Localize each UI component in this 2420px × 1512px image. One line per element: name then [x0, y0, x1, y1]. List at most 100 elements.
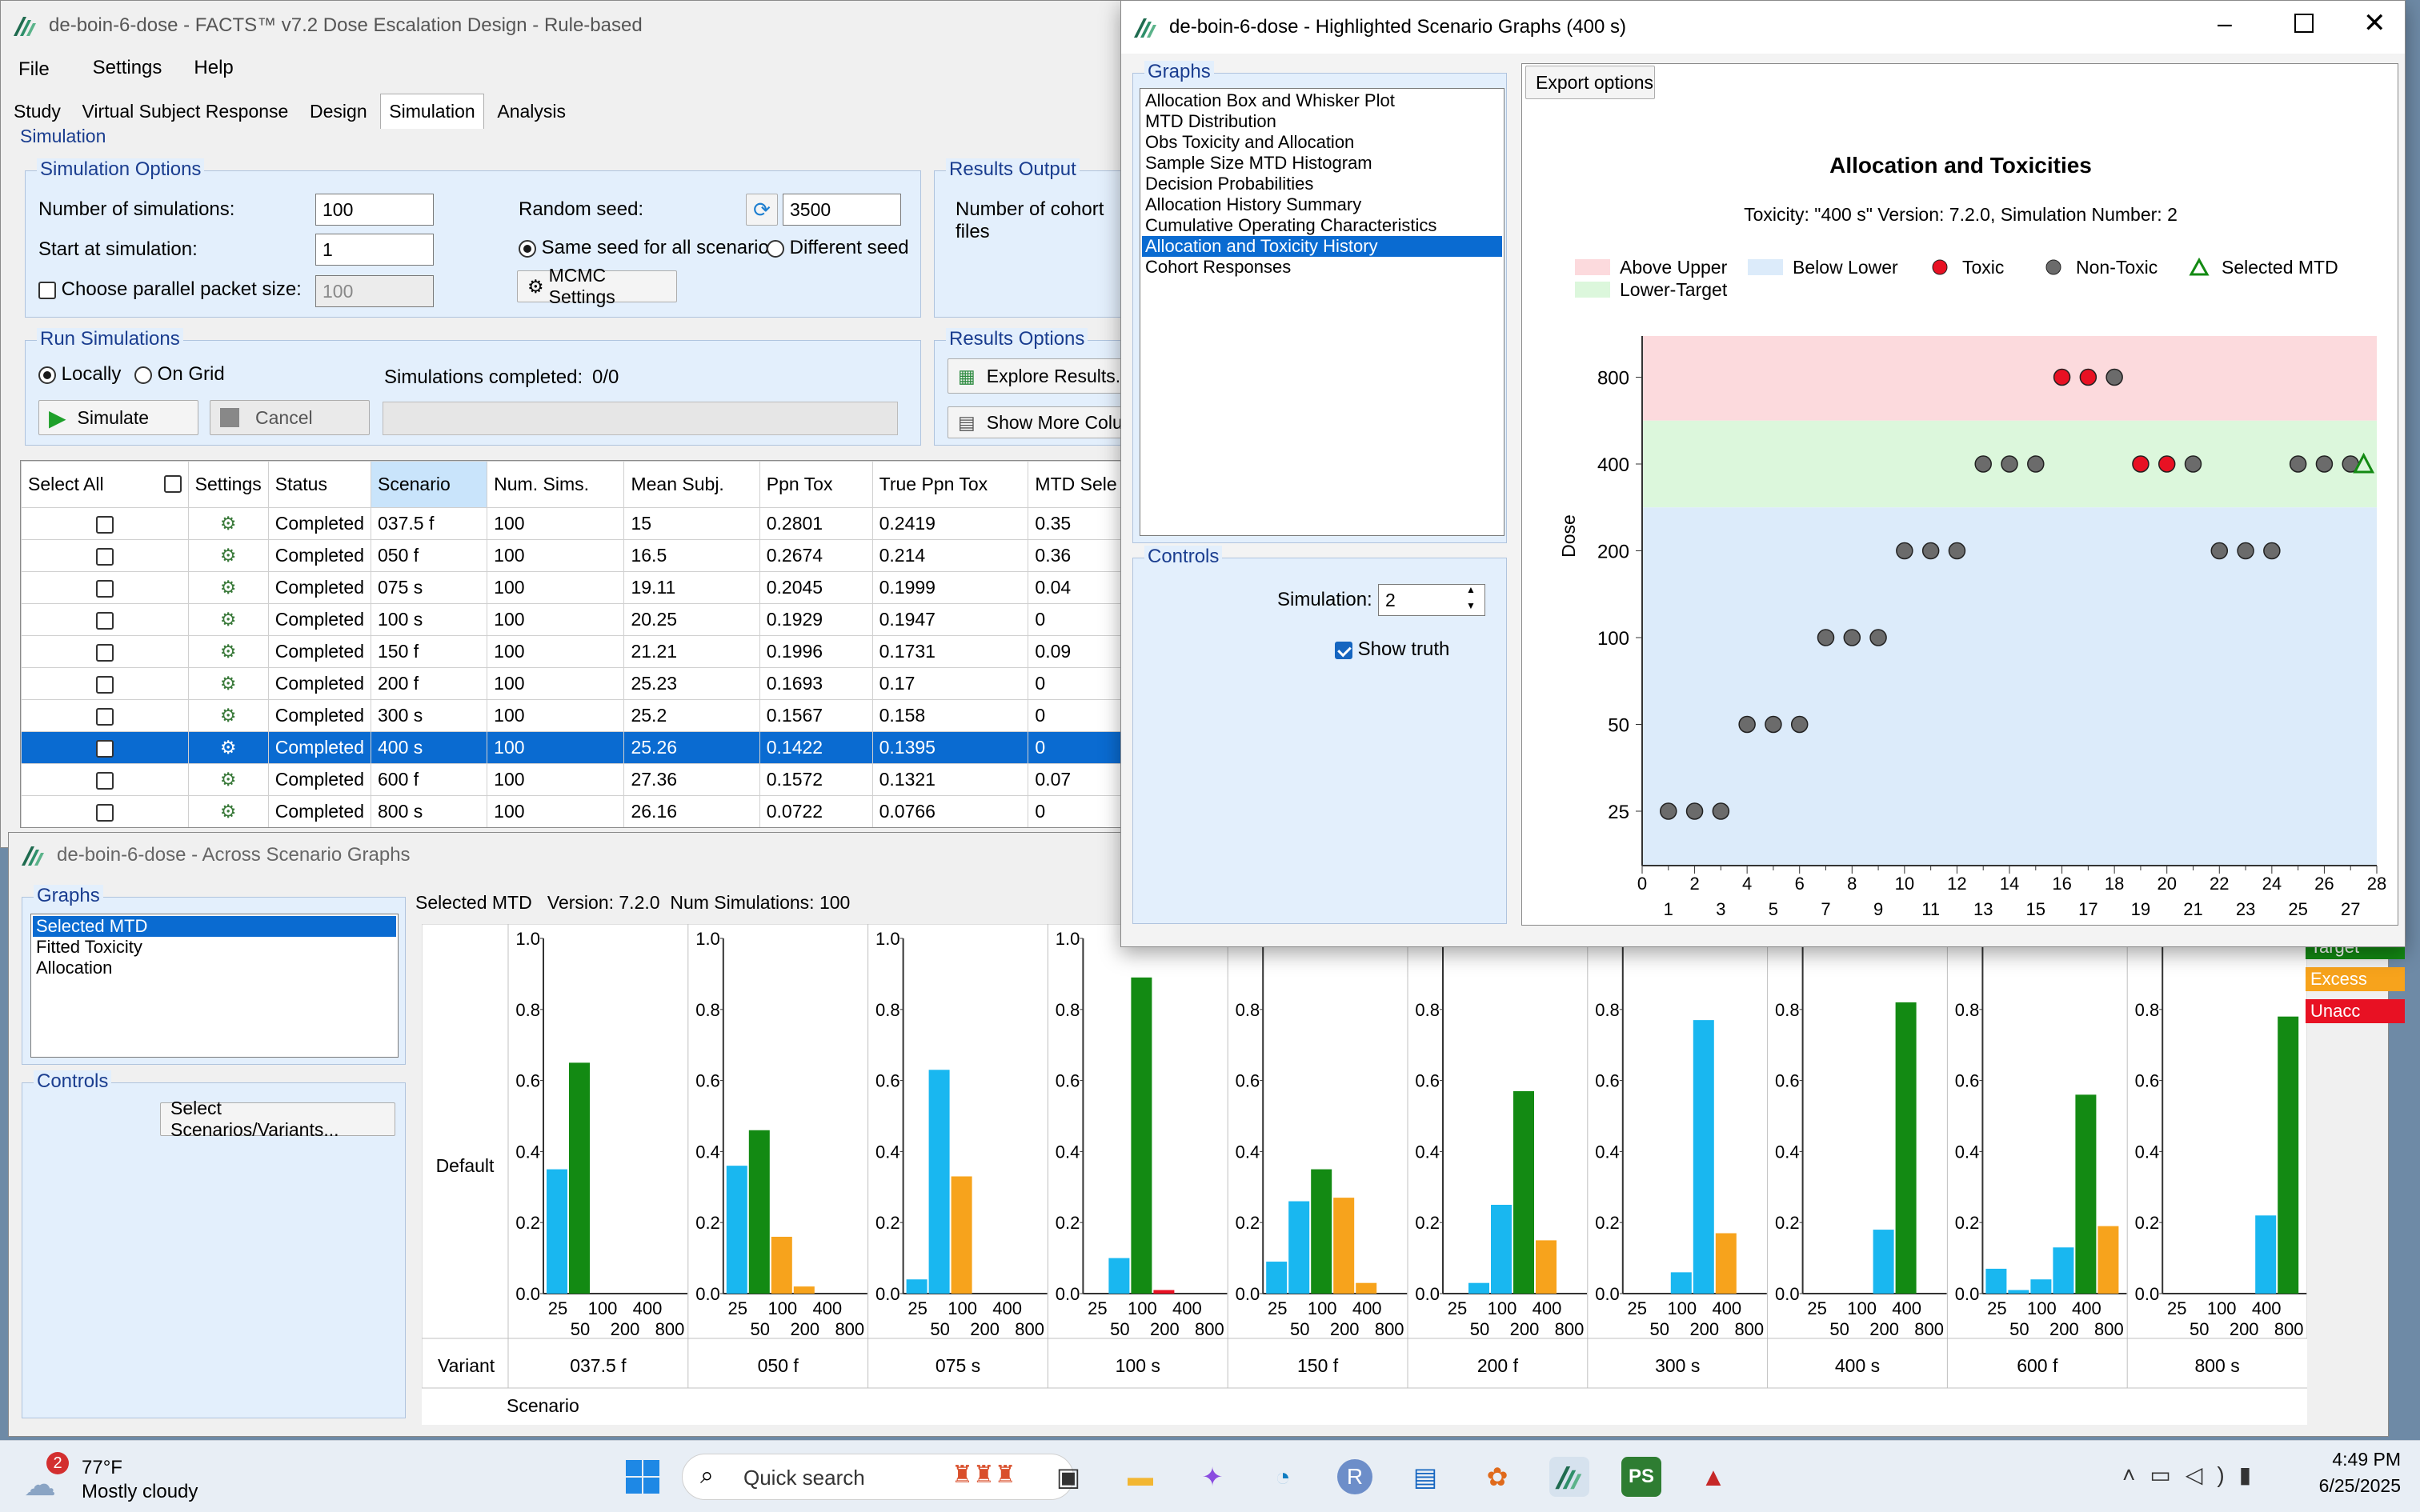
app-icon[interactable]: ✿	[1477, 1457, 1517, 1497]
col-true-ppn-tox[interactable]: True Ppn Tox	[871, 461, 1029, 508]
row-select-cell[interactable]	[21, 699, 189, 732]
settings-gear-icon[interactable]: ⚙	[220, 577, 237, 598]
spinner-up-icon[interactable]: ▲	[1466, 584, 1476, 595]
col-scenario[interactable]: Scenario	[370, 461, 488, 508]
start-at-input[interactable]: 1	[315, 234, 434, 266]
row-select-cell[interactable]	[21, 795, 189, 827]
graph-list-item[interactable]: Allocation History Summary	[1142, 194, 1502, 215]
table-row[interactable]: ⚙ Completed 600 f 100 27.36 0.1572 0.1321 0.07	[21, 763, 1140, 796]
close-button[interactable]: ✕	[2363, 7, 2386, 39]
r-icon[interactable]: R	[1335, 1457, 1375, 1497]
on-grid-radio-dot[interactable]	[134, 366, 152, 384]
chevron-up-icon[interactable]: ˄	[2122, 1462, 2150, 1487]
weather-widget[interactable]: ☁ 2 77°F Mostly cloudy	[24, 1452, 232, 1503]
battery-icon[interactable]: ▮	[2239, 1462, 2266, 1487]
ps-icon[interactable]: PS	[1621, 1457, 1661, 1497]
refresh-seed-button[interactable]: ⟳	[746, 194, 778, 226]
settings-gear-icon[interactable]: ⚙	[220, 609, 237, 630]
row-settings-cell[interactable]: ⚙	[187, 539, 269, 572]
red-app-icon[interactable]: ▲	[1693, 1457, 1733, 1497]
tab-analysis[interactable]: Analysis	[489, 94, 574, 129]
row-settings-cell[interactable]: ⚙	[187, 603, 269, 636]
graph-list-item[interactable]: Allocation Box and Whisker Plot	[1142, 90, 1502, 111]
row-checkbox[interactable]	[95, 611, 114, 630]
row-checkbox[interactable]	[95, 643, 114, 662]
row-select-cell[interactable]	[21, 507, 189, 540]
tray-icons[interactable]: ˄▭◁)▮	[2122, 1462, 2266, 1488]
mcmc-settings-button[interactable]: ⚙ MCMC Settings	[517, 265, 677, 307]
copilot-icon[interactable]: ✦	[1192, 1457, 1232, 1497]
row-settings-cell[interactable]: ⚙	[187, 635, 269, 668]
settings-gear-icon[interactable]: ⚙	[220, 801, 237, 822]
row-settings-cell[interactable]: ⚙	[187, 699, 269, 732]
settings-gear-icon[interactable]: ⚙	[220, 705, 237, 726]
row-checkbox[interactable]	[95, 707, 114, 726]
parallel-packet-checkbox-row[interactable]: Choose parallel packet size:	[38, 278, 302, 301]
row-select-cell[interactable]	[21, 667, 189, 700]
file-explorer-icon[interactable]: ▬	[1120, 1457, 1160, 1497]
row-settings-cell[interactable]: ⚙	[187, 667, 269, 700]
maximize-button[interactable]	[2294, 14, 2314, 33]
tab-study[interactable]: Study	[6, 94, 69, 129]
tab-design[interactable]: Design	[302, 94, 375, 129]
graph-list-item[interactable]: Cohort Responses	[1142, 257, 1502, 278]
row-settings-cell[interactable]: ⚙	[187, 507, 269, 540]
parallel-packet-checkbox[interactable]	[38, 281, 56, 299]
settings-gear-icon[interactable]: ⚙	[220, 737, 237, 758]
table-row[interactable]: ⚙ Completed 150 f 100 21.21 0.1996 0.1731 0.09	[21, 635, 1140, 668]
search-box[interactable]: ⌕ Quick search ♜♜♜	[682, 1454, 1074, 1500]
col-select-all[interactable]: Select All	[21, 461, 189, 508]
table-row[interactable]: ⚙ Completed 037.5 f 100 15 0.2801 0.2419 0.35	[21, 507, 1140, 540]
same-seed-radio-dot[interactable]	[519, 239, 536, 258]
row-select-cell[interactable]	[21, 635, 189, 668]
num-sims-input[interactable]: 100	[315, 194, 434, 226]
row-select-cell[interactable]	[21, 731, 189, 764]
col-num-sims[interactable]: Num. Sims.	[487, 461, 625, 508]
row-settings-cell[interactable]: ⚙	[187, 795, 269, 827]
graph-list-item[interactable]: Cumulative Operating Characteristics	[1142, 215, 1502, 236]
col-status[interactable]: Status	[267, 461, 372, 508]
menu-help[interactable]: Help	[194, 57, 233, 82]
graph-list-item[interactable]: Sample Size MTD Histogram	[1142, 153, 1502, 174]
explore-results-button[interactable]: ▦ Explore Results...	[948, 358, 1148, 394]
network-icon[interactable]: ▭	[2150, 1462, 2185, 1487]
locally-radio-dot[interactable]	[38, 366, 56, 384]
row-settings-cell[interactable]: ⚙	[187, 571, 269, 604]
graph-list-item[interactable]: MTD Distribution	[1142, 111, 1502, 132]
volume-icon[interactable]: ◁)	[2186, 1462, 2239, 1487]
different-seed-radio-dot[interactable]	[767, 239, 784, 258]
row-settings-cell[interactable]: ⚙	[187, 731, 269, 764]
col-mean-subj[interactable]: Mean Subj.	[623, 461, 760, 508]
minimize-button[interactable]: –	[2218, 9, 2232, 38]
graph-list-item[interactable]: Obs Toxicity and Allocation	[1142, 132, 1502, 153]
task-view-icon[interactable]: ▣	[1048, 1457, 1088, 1497]
clock[interactable]: 4:49 PM 6/25/2025	[2305, 1449, 2401, 1497]
col-ppn-tox[interactable]: Ppn Tox	[759, 461, 873, 508]
graph-list-item[interactable]: Decision Probabilities	[1142, 174, 1502, 194]
table-row[interactable]: ⚙ Completed 050 f 100 16.5 0.2674 0.214 0.36	[21, 539, 1140, 572]
row-select-cell[interactable]	[21, 539, 189, 572]
locally-radio[interactable]: Locally	[38, 363, 121, 386]
row-checkbox[interactable]	[95, 803, 114, 822]
store-icon[interactable]: ▤	[1405, 1457, 1445, 1497]
graph-item-selected-mtd[interactable]: Selected MTD	[33, 916, 396, 937]
settings-gear-icon[interactable]: ⚙	[220, 641, 237, 662]
parallel-packet-input[interactable]: 100	[315, 275, 434, 307]
table-row[interactable]: ⚙ Completed 100 s 100 20.25 0.1929 0.1947 0	[21, 603, 1140, 636]
graph-item-allocation[interactable]: Allocation	[33, 958, 396, 978]
show-truth-checkbox-row[interactable]: Show truth	[1335, 638, 1449, 661]
show-more-columns-button[interactable]: ▤ Show More Colur	[948, 406, 1148, 438]
random-seed-input[interactable]: 3500	[783, 194, 901, 226]
select-scenarios-button[interactable]: Select Scenarios/Variants...	[160, 1098, 395, 1140]
settings-gear-icon[interactable]: ⚙	[220, 769, 237, 790]
row-select-cell[interactable]	[21, 763, 189, 796]
table-row[interactable]: ⚙ Completed 400 s 100 25.26 0.1422 0.1395 0	[21, 731, 1140, 764]
tab-simulation[interactable]: Simulation	[380, 94, 484, 129]
spinner-down-icon[interactable]: ▼	[1466, 600, 1476, 611]
edge-icon[interactable]: ◔	[1263, 1457, 1303, 1497]
graph-item-fitted-toxicity[interactable]: Fitted Toxicity	[33, 937, 396, 958]
table-row[interactable]: ⚙ Completed 075 s 100 19.11 0.2045 0.1999 0.04	[21, 571, 1140, 604]
row-checkbox[interactable]	[95, 515, 114, 534]
simulate-button[interactable]: ▶ Simulate	[38, 400, 198, 435]
row-checkbox[interactable]	[95, 675, 114, 694]
